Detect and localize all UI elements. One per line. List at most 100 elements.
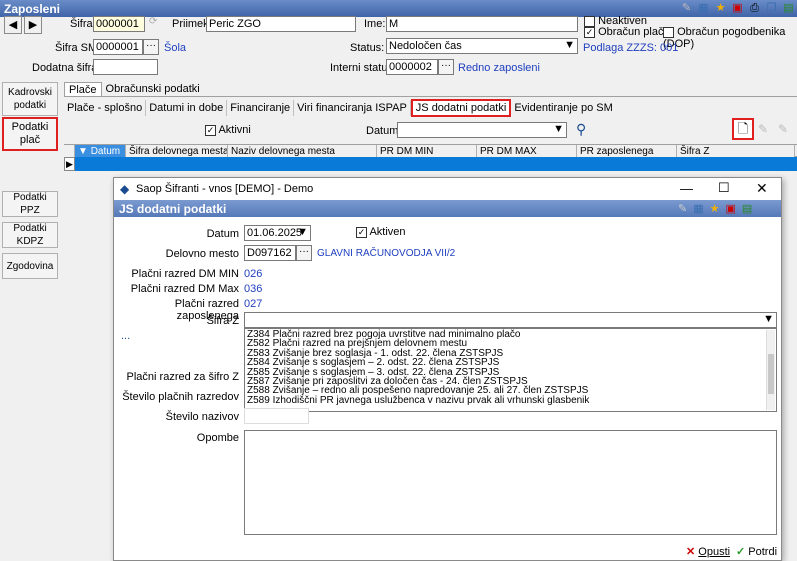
dialog-title: Saop Šifranti - vnos [DEMO] - Demo [136,183,314,195]
sidebar-item-kadrovski-podatki[interactable]: Kadrovski podatki [2,82,58,116]
delovno-mesto-name: GLAVNI RAČUNOVODJA VII/2 [317,248,456,259]
more-ellipsis[interactable]: ... [121,330,130,342]
sifra-label: Šifra [70,18,93,30]
table-row[interactable]: ▶ [64,157,797,171]
sifra-input[interactable]: 0000001 [93,16,145,32]
opusti-button[interactable]: ✕ Opusti [686,545,730,558]
books-icon[interactable]: ▤ [782,2,795,15]
delete-record-icon[interactable]: ✎ [778,122,788,136]
tab-viri-financiranja-ispap[interactable]: Viri financiranja ISPAP [294,99,411,116]
status-label: Status: [350,42,385,54]
interni-statusi-lookup-button[interactable]: ··· [438,59,454,75]
sifra-z-select[interactable]: ▼ [244,312,777,328]
star-icon[interactable]: ★ [710,202,720,215]
status-select[interactable]: Nedoločen čas ▼ [386,38,578,54]
pr-zaposlenega-value: 027 [244,298,263,310]
dodatna-sifra-input[interactable] [93,59,158,75]
edit-record-icon[interactable]: ✎ [758,122,768,136]
ime-input[interactable]: M [386,16,578,32]
stevilo-razredov-label: Število plačnih razredov [122,391,239,403]
ime-label: Ime: [364,18,386,30]
stevilo-nazivov-label: Število nazivov [165,411,239,423]
window-title: Zaposleni [4,2,61,16]
aktiven-checkbox[interactable]: ✓ Aktiven [356,226,406,238]
grid-icon[interactable]: ▦ [693,202,703,215]
dialog-toolbar: ✎ ▦ ★ ▣ ▤ [678,202,752,215]
dialog-section-title: JS dodatni podatki [119,202,227,216]
tab-obracunski-podatki[interactable]: Obračunski podatki [102,82,204,96]
copy-icon[interactable]: ❐ [765,2,778,15]
sifra-sm-label: Šifra SM [55,42,98,54]
datum-filter-select[interactable]: ▼ [397,122,567,138]
pr-dm-max-label: Plačni razred DM Max [130,283,239,295]
tab-place[interactable]: Plače [64,82,102,96]
delovno-mesto-label: Delovno mesto [165,248,239,260]
tab-financiranje[interactable]: Financiranje [227,99,295,116]
sidebar-item-zgodovina[interactable]: Zgodovina [2,253,58,279]
redno-zaposleni-link[interactable]: Redno zaposleni [458,62,540,74]
interni-statusi-input[interactable]: 0000002 [386,59,438,75]
window-title-bar: Zaposleni [0,0,797,17]
tab-js-dodatni-podatki[interactable]: JS dodatni podatki [410,98,512,117]
stevilo-nazivov-input[interactable] [244,408,309,424]
priimek-input[interactable]: Peric ZGO [206,16,356,32]
datum-select[interactable]: 01.06.2025 ▼ [244,225,311,241]
books-icon[interactable]: ▤ [742,202,752,215]
row-pointer-icon: ▶ [64,157,75,171]
delovno-mesto-lookup-button[interactable]: ··· [296,245,312,261]
star-icon[interactable]: ★ [714,2,727,15]
edit-icon[interactable]: ✎ [680,2,693,15]
sifra-sm-lookup-button[interactable]: ··· [143,39,159,55]
cancel-icon: ✕ [686,546,696,558]
document-delete-icon[interactable]: ▣ [731,2,744,15]
pr-za-sifro-z-label: Plačni razred za šifro Z [126,371,239,383]
chevron-down-icon: ▼ [564,39,575,51]
sidebar-item-podatki-ppz[interactable]: Podatki PPZ [2,191,58,217]
title-toolbar: ✎ ▦ ★ ▣ ⎙ ❐ ▤ [680,0,795,17]
datum-label: Datum [206,228,239,240]
maximize-button[interactable]: ☐ [718,180,730,196]
print-icon[interactable]: ⎙ [748,2,761,15]
sidebar-item-podatki-plac[interactable]: Podatki plač [2,117,58,151]
new-record-button[interactable]: 🗋 [732,118,754,140]
tab-place-splosno[interactable]: Plače - splošno [64,99,147,116]
grid-icon[interactable]: ▦ [697,2,710,15]
edit-icon[interactable]: ✎ [678,202,687,215]
sidebar-item-podatki-kdpz[interactable]: Podatki KDPZ [2,222,58,248]
sifra-sm-input[interactable]: 0000001 [93,39,143,55]
check-icon: ✓ [736,546,746,558]
tab-evidentiranje-po-sm[interactable]: Evidentiranje po SM [511,100,615,116]
pr-dm-min-value: 026 [244,268,263,280]
dodatna-sifra-label: Dodatna šifra: [32,62,101,74]
close-button[interactable]: ✕ [756,180,768,197]
aktivni-checkbox[interactable]: ✓ Aktivni [205,124,251,136]
sort-down-icon: ▼ [78,146,91,157]
next-record-button[interactable]: ▶ [24,16,42,34]
delovno-mesto-input[interactable]: D097162 [244,245,296,261]
chevron-down-icon: ▼ [297,226,308,238]
refresh-icon[interactable]: ⟳ [149,16,161,30]
dialog-window: ◆ Saop Šifranti - vnos [DEMO] - Demo — ☐… [113,177,782,561]
main-tab-strip: Plače Obračunski podatki [64,82,797,97]
sifra-z-label: Šifra Z [206,315,239,327]
app-logo-icon: ◆ [120,182,130,196]
podlaga-zzzs-text: Podlaga ZZZS: 001 [583,42,679,54]
opombe-label: Opombe [196,432,239,444]
prev-record-button[interactable]: ◀ [4,16,22,34]
obracun-plac-checkbox[interactable]: ✓ Obračun plač [584,26,664,38]
scrollbar-thumb[interactable] [768,354,774,394]
minimize-button[interactable]: — [680,181,693,196]
opombe-textarea[interactable] [244,430,777,535]
list-item[interactable]: Z589 Izhodiščni PR javnega uslužbenca v … [245,395,776,405]
search-icon[interactable]: ⚲ [576,121,586,138]
datum-filter-label: Datum [366,125,399,137]
potrdi-button[interactable]: ✓ Potrdi [736,545,777,558]
sola-link[interactable]: Šola [164,42,186,54]
document-delete-icon[interactable]: ▣ [726,202,736,215]
new-document-icon: 🗋 [737,121,749,136]
dropdown-scrollbar[interactable] [766,330,775,410]
tab-datumi-in-dobe[interactable]: Datumi in dobe [146,99,228,116]
chevron-down-icon: ▼ [553,123,564,135]
sifra-z-dropdown-list[interactable]: Z384 Plačni razred brez pogoja uvrstitve… [244,328,777,412]
obracun-pogodbenika-checkbox[interactable]: Obračun pogodbenika (DOP) [663,26,797,50]
